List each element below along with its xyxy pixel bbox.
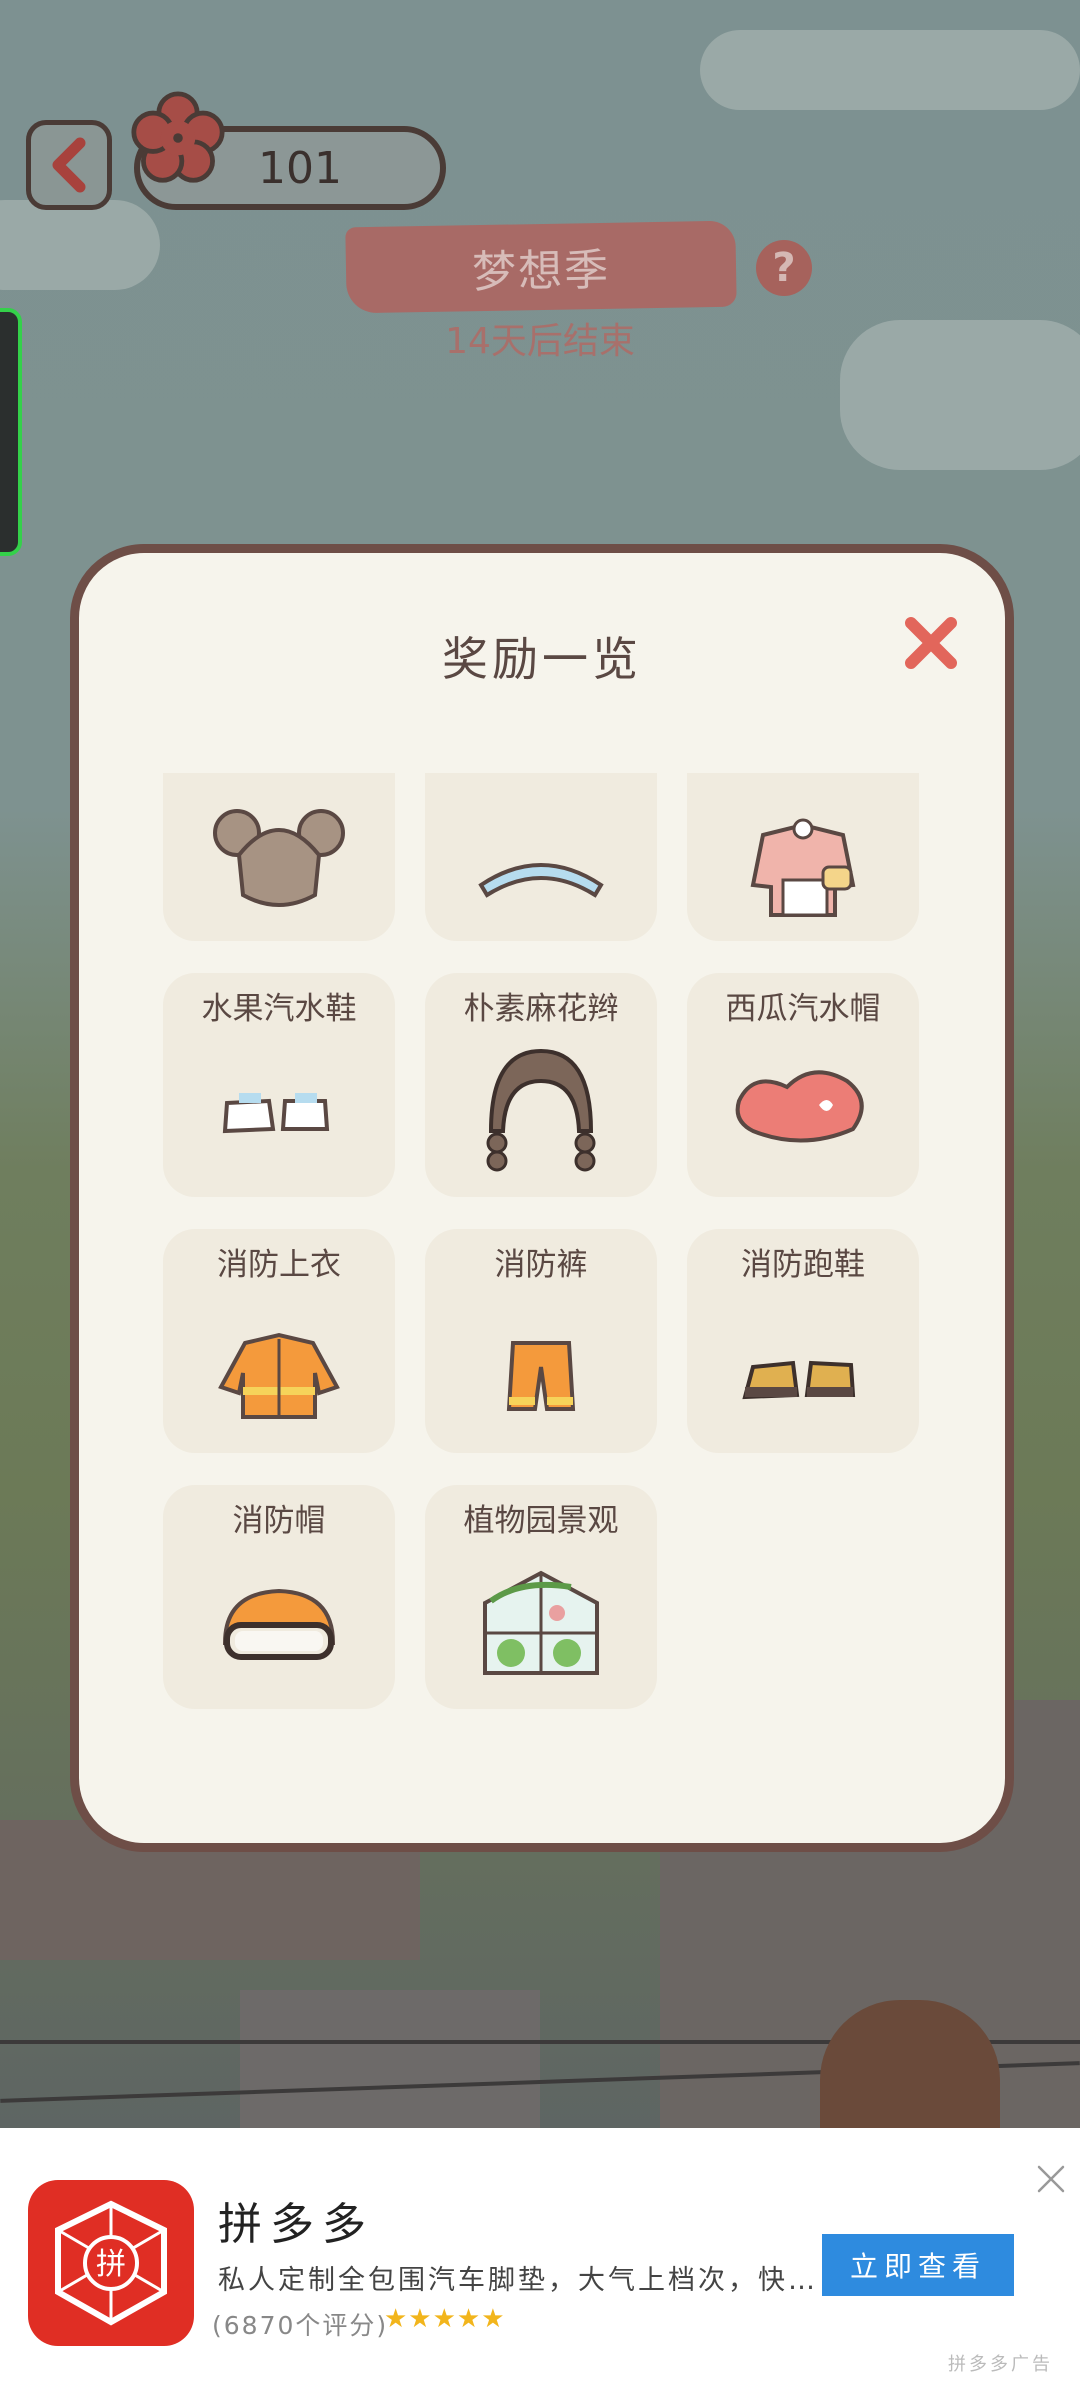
braided-hair-icon [486, 1048, 596, 1172]
season-title: 梦想季 [471, 244, 611, 299]
close-icon[interactable] [899, 611, 963, 675]
reward-card[interactable] [687, 773, 919, 941]
fire-boots-icon [742, 1360, 856, 1400]
greenhouse-icon [483, 1570, 599, 1675]
back-button[interactable] [26, 120, 112, 210]
ad-app-name: 拼多多 [218, 2199, 374, 2250]
app-logo-icon: 拼 [55, 2200, 167, 2326]
reward-label: 消防帽 [232, 1503, 326, 1539]
pinduoduo-logo[interactable]: 拼 [28, 2180, 194, 2346]
reward-label: 消防跑鞋 [741, 1247, 865, 1283]
rewards-dialog: 奖励一览 水果汽水鞋 朴素麻花辫 西瓜汽水帽 消防上衣 消防裤 消防跑鞋 消防帽… [70, 544, 1014, 1852]
close-icon[interactable] [1036, 2164, 1066, 2194]
reward-card[interactable]: 消防跑鞋 [687, 1229, 919, 1453]
ad-banner[interactable]: 拼 拼多多 私人定制全包围汽车脚垫，大气上档次，快... (6870个评分) ★… [0, 2128, 1080, 2400]
reward-label: 朴素麻花辫 [463, 991, 619, 1027]
logo-glyph: 拼 [96, 2247, 126, 2282]
coin-count: 101 [258, 142, 342, 194]
reward-card[interactable]: 水果汽水鞋 [163, 973, 395, 1197]
reward-label: 水果汽水鞋 [201, 991, 357, 1027]
reward-card[interactable]: 植物园景观 [425, 1485, 657, 1709]
reward-label: 植物园景观 [463, 1503, 619, 1539]
reward-card[interactable]: 消防帽 [163, 1485, 395, 1709]
reward-card[interactable]: 消防裤 [425, 1229, 657, 1453]
view-now-button[interactable]: 立即查看 [822, 2234, 1014, 2296]
fire-pants-icon [506, 1341, 576, 1411]
twin-buns-hair-icon [213, 809, 345, 907]
ad-description: 私人定制全包围汽车脚垫，大气上档次，快... [218, 2265, 818, 2296]
reward-label: 消防上衣 [217, 1247, 341, 1283]
flower-icon [131, 91, 225, 183]
season-countdown: 14天后结束 [445, 321, 635, 362]
reward-label: 消防裤 [494, 1247, 588, 1283]
blue-headband-icon [478, 863, 604, 898]
reward-card[interactable]: 朴素麻花辫 [425, 973, 657, 1197]
ad-label: 拼多多广告 [948, 2354, 1053, 2375]
help-button[interactable]: ? [756, 240, 812, 296]
reward-label: 西瓜汽水帽 [725, 991, 881, 1027]
reward-card[interactable] [163, 773, 395, 941]
reward-grid: 水果汽水鞋 朴素麻花辫 西瓜汽水帽 消防上衣 消防裤 消防跑鞋 消防帽 植物园景… [163, 773, 923, 1723]
fire-helmet-icon [222, 1588, 336, 1660]
chevron-left-icon [52, 137, 86, 193]
ad-rating-count: (6870个评分) [212, 2311, 389, 2340]
reward-card[interactable]: 消防上衣 [163, 1229, 395, 1453]
pink-hat-icon [735, 1070, 864, 1143]
reward-card[interactable]: 西瓜汽水帽 [687, 973, 919, 1197]
dialog-title: 奖励一览 [442, 632, 642, 686]
outfit-with-bag-icon [750, 818, 856, 917]
star-rating-icon: ★★★★★ [384, 2304, 506, 2334]
cat-character [820, 2000, 1000, 2128]
white-sneakers-icon [222, 1093, 330, 1134]
reward-card[interactable] [425, 773, 657, 941]
question-icon: ? [772, 245, 796, 291]
season-banner: 梦想季 [345, 220, 737, 314]
fire-jacket-icon [218, 1332, 340, 1419]
